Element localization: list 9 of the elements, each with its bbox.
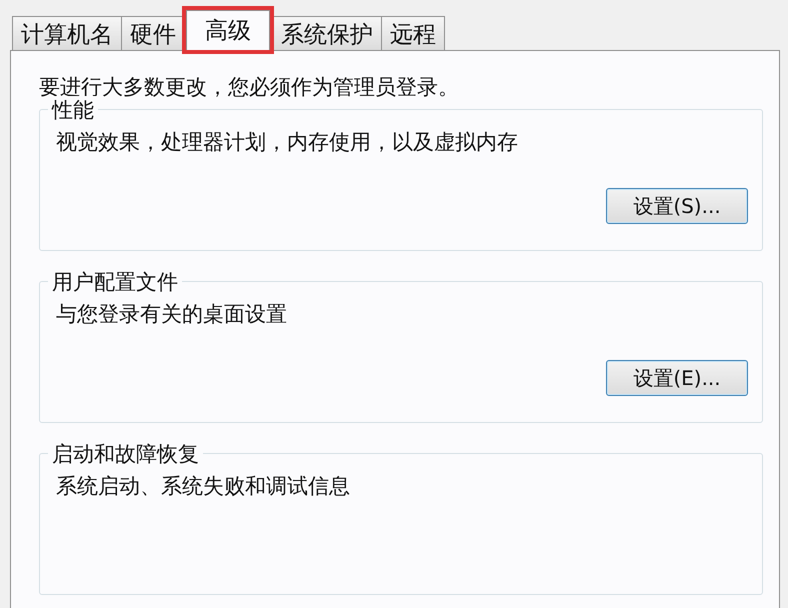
group-description: 系统启动、系统失败和调试信息 (56, 473, 351, 500)
group-description: 视觉效果，处理器计划，内存使用，以及虚拟内存 (56, 129, 519, 156)
settings-button[interactable]: 设置(S)... (606, 188, 748, 224)
tab[interactable]: 远程 (381, 16, 445, 50)
tab[interactable]: 硬件 (121, 16, 185, 50)
tab[interactable]: 计算机名 (12, 16, 122, 50)
group-description: 与您登录有关的桌面设置 (56, 301, 288, 328)
settings-button[interactable]: 设置(E)... (606, 360, 748, 396)
tab[interactable]: 系统保护 (272, 16, 382, 50)
